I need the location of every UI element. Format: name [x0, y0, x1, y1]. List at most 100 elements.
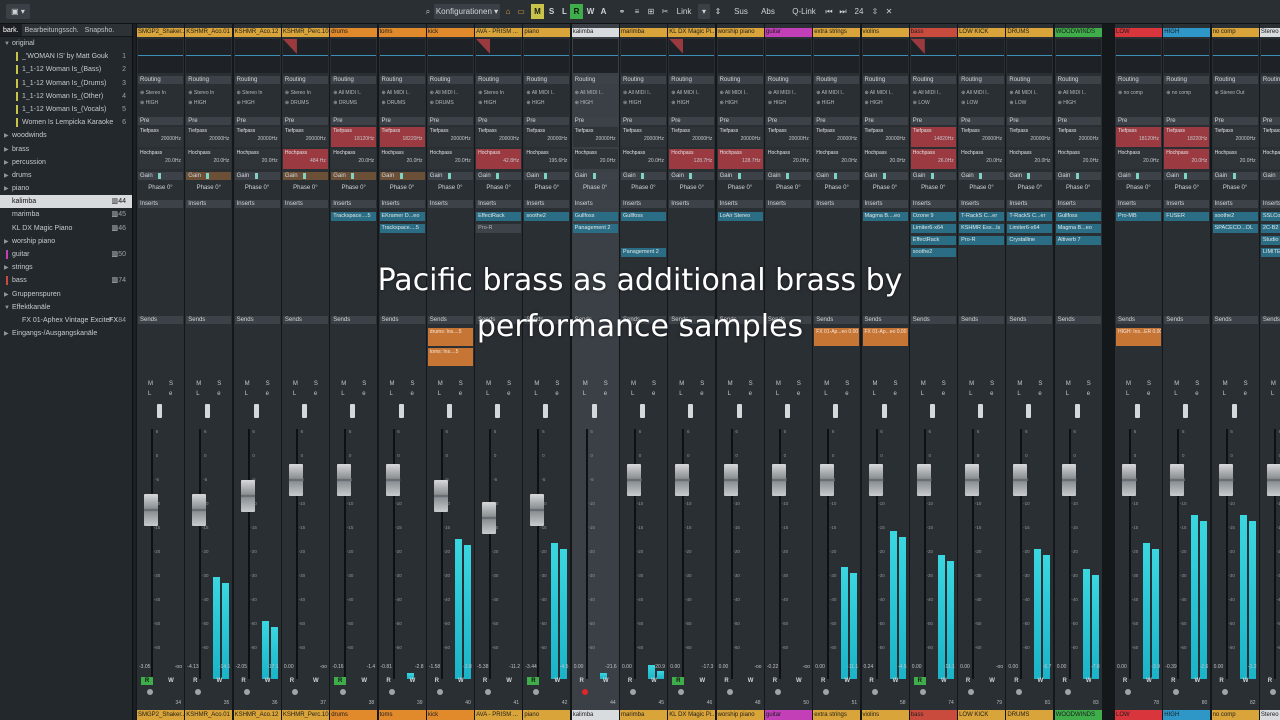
channel-strip[interactable]: Stereo Routing Pre Tiefpass Hochpass Gain Ph In… — [1259, 24, 1280, 720]
listen-button[interactable]: L — [245, 391, 248, 397]
channel-strip[interactable]: AVA - PRISM ... Routing ⊕ Stereo In ⊕ HIGH P… — [475, 24, 523, 720]
window-layout-button[interactable]: ▣ ▾ — [6, 4, 30, 19]
solo-button[interactable]: S — [555, 381, 559, 387]
inserts-header[interactable]: Inserts — [1164, 200, 1210, 208]
volume-value[interactable]: -0.22 — [767, 664, 778, 670]
routing-header[interactable]: Routing — [186, 76, 232, 84]
phase-button[interactable]: Phase 0° — [669, 184, 714, 193]
close-icon[interactable]: ✕ — [884, 4, 894, 19]
channel-strip[interactable]: WOODWINDS Routing ⊕ All MIDI I.. ⊕ HIGH Pre T… — [1054, 24, 1102, 720]
insert-slot[interactable]: Pro-MB — [1116, 212, 1161, 221]
volume-fader[interactable] — [530, 494, 545, 526]
insert-slot[interactable]: KSHMR Ess...ls — [959, 224, 1005, 233]
volume-fader[interactable] — [1170, 464, 1185, 496]
volume-fader[interactable] — [1061, 464, 1076, 496]
inserts-header[interactable]: Inserts — [282, 200, 328, 208]
inserts-header[interactable]: Inserts — [331, 200, 377, 208]
mute-button[interactable]: M — [776, 381, 781, 387]
read-button[interactable]: R — [141, 677, 153, 685]
channel-name[interactable]: drums — [330, 28, 378, 37]
inserts-header[interactable]: Inserts — [669, 200, 715, 208]
read-button[interactable]: R — [479, 677, 491, 685]
highpass-filter[interactable]: Hochpass 20.0Hz — [379, 149, 425, 169]
channel-name-bottom[interactable]: piano — [523, 710, 571, 720]
edit-button[interactable]: e — [314, 391, 317, 397]
lowpass-filter[interactable]: Tiefpass 20000Hz — [234, 127, 280, 147]
sliders-icon[interactable]: ≡ — [632, 4, 642, 19]
lowpass-filter[interactable]: Tiefpass 20000Hz — [572, 127, 618, 147]
record-enable-icon[interactable] — [436, 689, 443, 695]
eq-curve-display[interactable] — [765, 39, 811, 73]
output-routing[interactable]: ⊕ HIGH — [237, 100, 279, 107]
write-button[interactable]: W — [841, 677, 853, 685]
pan-slider[interactable] — [833, 404, 839, 418]
listen-button[interactable]: L — [1223, 391, 1226, 397]
channel-strip[interactable]: bass Routing ⊕ All MIDI I.. ⊕ LOW Pre Tiefpas… — [909, 24, 957, 720]
tree-item[interactable]: ▶ worship piano — [0, 235, 132, 248]
output-routing[interactable]: ⊕ HIGH — [1058, 100, 1100, 107]
solo-button[interactable]: S — [545, 4, 558, 19]
channel-name-bottom[interactable]: KSHMR_Aco.01 — [185, 710, 233, 720]
gain-knob[interactable]: Gain — [1055, 172, 1101, 180]
write-button[interactable]: W — [696, 677, 708, 685]
read-automation-button[interactable]: R — [570, 4, 583, 19]
listen-button[interactable]: L — [873, 391, 876, 397]
absolute-button[interactable]: Abs — [756, 4, 780, 19]
channel-name[interactable]: no comp — [1211, 28, 1259, 37]
channel-name-bottom[interactable]: marimba — [620, 710, 667, 720]
record-enable-icon[interactable] — [678, 689, 685, 695]
inserts-header[interactable]: Inserts — [572, 200, 618, 208]
volume-value[interactable]: 0.00 — [574, 664, 584, 670]
record-enable-icon[interactable] — [243, 689, 250, 695]
routing-header[interactable]: Routing — [331, 76, 377, 84]
volume-fader[interactable] — [482, 502, 497, 534]
solo-button[interactable]: S — [411, 381, 415, 387]
channel-name-bottom[interactable]: worship piano — [716, 710, 764, 720]
grid-icon[interactable]: ⊞ — [646, 4, 656, 19]
inserts-header[interactable]: Inserts — [1116, 200, 1161, 208]
channel-name-bottom[interactable]: LOW KICK — [958, 710, 1006, 720]
pan-slider[interactable] — [1231, 404, 1237, 418]
channel-strip[interactable]: drums Routing ⊕ All MIDI I.. ⊕ DRUMS Pre Tief… — [330, 24, 378, 720]
write-button[interactable]: W — [1083, 677, 1095, 685]
channel-name[interactable]: extra strings — [813, 28, 861, 37]
pan-slider[interactable] — [301, 404, 307, 418]
output-routing[interactable]: ⊕ HIGH — [865, 100, 907, 107]
highpass-filter[interactable]: Hochpass 20.0Hz — [427, 149, 473, 169]
send-slot[interactable]: toms: Ins....5 — [427, 348, 473, 366]
insert-slot[interactable]: Trackspace....5 — [331, 212, 377, 221]
tree-item[interactable]: ▶ drums — [0, 169, 132, 182]
volume-fader[interactable] — [965, 464, 980, 496]
gain-knob[interactable]: Gain — [1212, 172, 1258, 180]
routing-header[interactable]: Routing — [621, 76, 666, 84]
read-button[interactable]: R — [866, 677, 878, 685]
insert-slot[interactable]: Gullfoss — [621, 212, 666, 221]
read-button[interactable]: R — [431, 677, 443, 685]
channel-strip[interactable]: toms Routing ⊕ All MIDI I.. ⊕ DRUMS Pre Tiefp… — [378, 24, 426, 720]
pan-slider[interactable] — [495, 404, 501, 418]
channel-strip[interactable]: LOW KICK Routing ⊕ All MIDI I.. ⊕ LOW Pre Tie… — [958, 24, 1006, 720]
volume-fader[interactable] — [723, 464, 738, 496]
read-button[interactable]: R — [189, 677, 201, 685]
listen-button[interactable]: L — [438, 391, 441, 397]
channel-name[interactable]: guitar — [764, 28, 812, 37]
phase-button[interactable]: Phase 0° — [1056, 184, 1101, 193]
channel-name-bottom[interactable]: kick — [426, 710, 474, 720]
listen-button[interactable]: L — [1271, 391, 1274, 397]
routing-header[interactable]: Routing — [910, 76, 956, 84]
solo-button[interactable]: S — [1087, 381, 1091, 387]
highpass-filter[interactable]: Hochpass 20.0Hz — [621, 149, 666, 169]
input-routing[interactable]: ⊕ All MIDI I.. — [526, 90, 568, 97]
edit-button[interactable]: e — [266, 391, 269, 397]
highpass-filter[interactable]: Hochpass 20.0Hz — [1164, 149, 1210, 169]
read-button[interactable]: R — [576, 677, 588, 685]
pan-slider[interactable] — [591, 404, 597, 418]
insert-slot[interactable]: soothe2 — [524, 212, 570, 221]
solo-button[interactable]: S — [604, 381, 608, 387]
channel-name[interactable]: violins — [861, 28, 909, 37]
channel-name[interactable]: worship piano — [716, 28, 764, 37]
channel-strip[interactable]: piano Routing ⊕ All MIDI I.. ⊕ HIGH Pre Tiefp… — [523, 24, 571, 720]
input-routing[interactable]: ⊕ Stereo Out — [1215, 90, 1257, 97]
expand-icon[interactable]: ⇕ — [713, 4, 723, 19]
highpass-filter[interactable]: Hochpass 20.0Hz — [1212, 149, 1258, 169]
